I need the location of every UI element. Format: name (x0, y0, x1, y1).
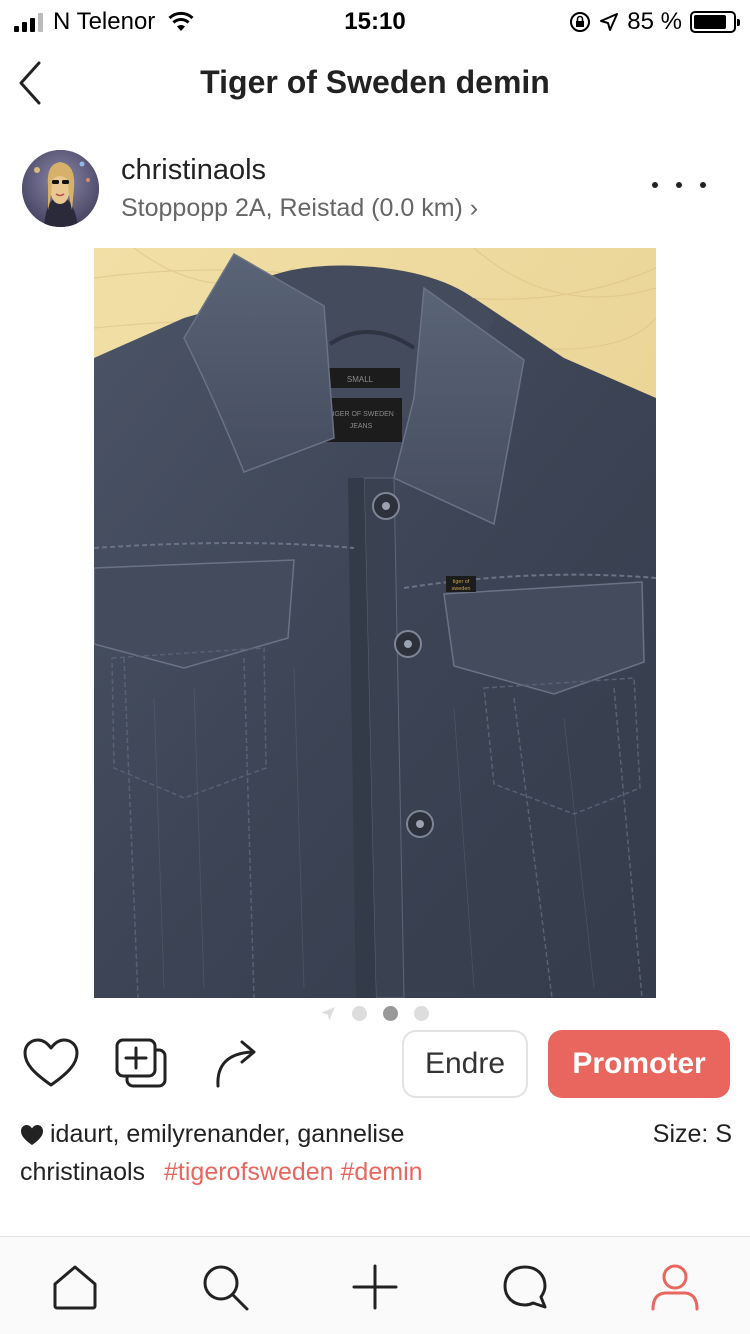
more-dot (676, 182, 682, 188)
post-location[interactable]: Stoppopp 2A, Reistad (0.0 km) › (121, 194, 478, 223)
hashtag-link[interactable]: #tigerofsweden (164, 1158, 334, 1186)
hashtag-link[interactable]: #demin (341, 1158, 423, 1186)
more-dot (700, 182, 706, 188)
likes-row[interactable]: idaurt, emilyrenander, gannelise (20, 1120, 404, 1149)
caption-username[interactable]: christinaols (20, 1158, 145, 1186)
tab-search[interactable] (197, 1259, 253, 1315)
likes-text: idaurt, emilyrenander, gannelise (50, 1120, 405, 1148)
post-actions: Endre Promoter (0, 1028, 750, 1102)
carousel-dot-active[interactable] (383, 1005, 398, 1021)
battery-fill (694, 15, 727, 29)
status-bar: N Telenor 15:10 85 % (0, 0, 750, 40)
svg-text:tiger of: tiger of (453, 579, 470, 585)
carousel-indicator (0, 1003, 750, 1023)
battery-percent: 85 % (627, 8, 682, 35)
denim-jacket-image: SMALL TIGER OF SWEDEN JEANS tiger of swe… (94, 248, 656, 998)
size-label-text: SMALL (347, 375, 374, 384)
search-icon (203, 1265, 249, 1311)
chat-icon (503, 1265, 547, 1309)
heart-filled-icon (21, 1124, 43, 1145)
post-photo[interactable]: SMALL TIGER OF SWEDEN JEANS tiger of swe… (94, 248, 656, 998)
post-header: christinaols Stoppopp 2A, Reistad (0.0 k… (0, 148, 750, 228)
tab-bar (0, 1236, 750, 1334)
brand-label-text-2: JEANS (350, 423, 373, 430)
tab-home[interactable] (47, 1259, 103, 1315)
status-right: 85 % (569, 8, 740, 36)
share-button[interactable] (204, 1032, 266, 1094)
like-button[interactable] (20, 1032, 82, 1094)
share-arrow-icon (216, 1040, 256, 1088)
more-options-button[interactable] (652, 170, 706, 200)
size-label: Size: S (652, 1120, 732, 1148)
edit-button[interactable]: Endre (402, 1030, 528, 1098)
navigation-bar: Tiger of Sweden demin (0, 50, 750, 120)
tab-profile[interactable] (647, 1259, 703, 1315)
profile-icon (651, 1264, 699, 1311)
tab-messages[interactable] (497, 1259, 553, 1315)
collection-button[interactable] (110, 1032, 172, 1094)
location-dot-icon (321, 1006, 336, 1020)
promote-button[interactable]: Promoter (548, 1030, 730, 1098)
add-to-collection-icon (115, 1038, 167, 1088)
carousel-dot[interactable] (352, 1005, 367, 1021)
home-icon (53, 1265, 97, 1310)
avatar-image (22, 150, 99, 227)
post-username[interactable]: christinaols (121, 154, 266, 187)
avatar[interactable] (22, 150, 99, 227)
caption-tags: #tigerofsweden #demin (164, 1158, 423, 1186)
svg-text:sweden: sweden (452, 586, 471, 592)
location-arrow-icon (600, 13, 619, 31)
battery-icon (690, 11, 740, 33)
brand-label-text-1: TIGER OF SWEDEN (328, 411, 394, 418)
post-caption: christinaols #tigerofsweden #demin (20, 1158, 423, 1187)
carousel-dot[interactable] (414, 1005, 429, 1021)
more-dot (652, 182, 658, 188)
add-icon (352, 1264, 398, 1310)
tab-add[interactable] (347, 1259, 403, 1315)
orientation-lock-icon (570, 12, 591, 32)
page-title: Tiger of Sweden demin (200, 64, 550, 100)
heart-icon (23, 1038, 79, 1087)
